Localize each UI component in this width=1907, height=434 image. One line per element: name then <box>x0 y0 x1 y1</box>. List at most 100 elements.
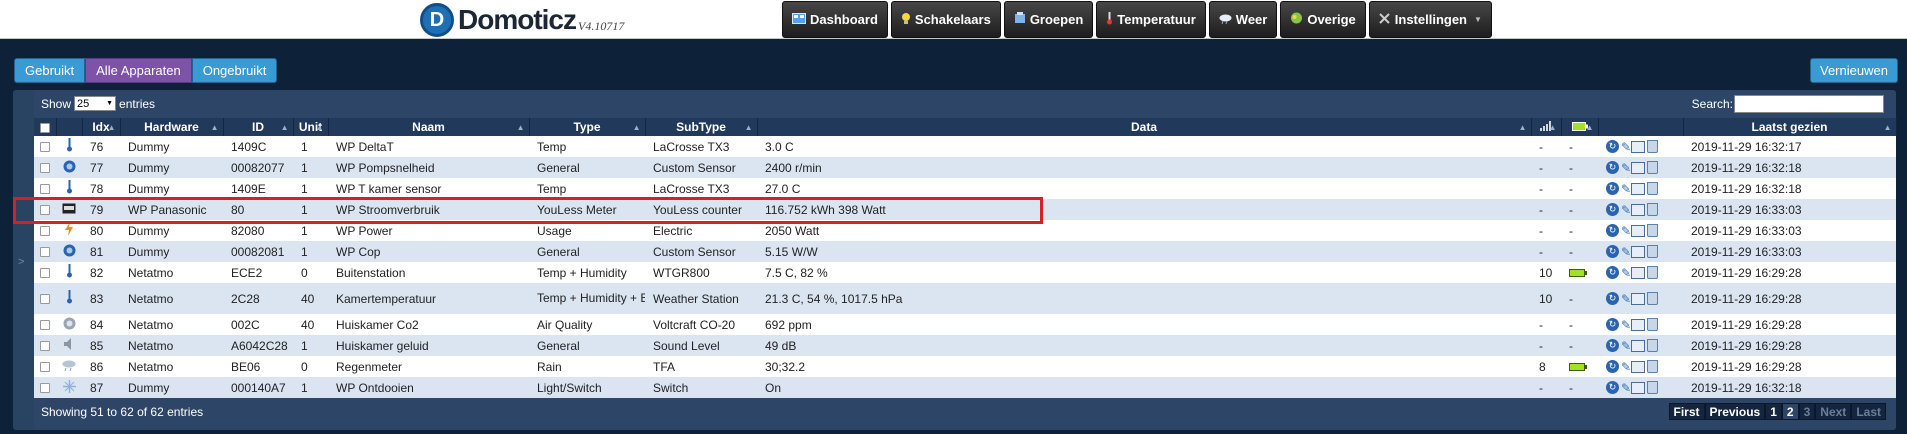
row-checkbox[interactable] <box>40 268 50 279</box>
delete-icon[interactable] <box>1647 245 1658 258</box>
entries-select[interactable]: 25 ▼ <box>74 96 117 111</box>
delete-icon[interactable] <box>1647 292 1658 305</box>
log-icon[interactable]: ↻ <box>1606 318 1619 331</box>
row-checkbox[interactable] <box>40 142 50 153</box>
col-idx-header[interactable]: Idx ▲ <box>82 118 121 136</box>
delete-icon[interactable] <box>1647 161 1658 174</box>
previous-page-button[interactable]: Previous <box>1704 403 1766 420</box>
delete-icon[interactable] <box>1647 318 1658 331</box>
delete-icon[interactable] <box>1647 224 1658 237</box>
col-naam-header[interactable]: Naam ▲ <box>328 118 530 136</box>
delete-icon[interactable] <box>1647 140 1658 153</box>
domoticz-logo[interactable]: D Domoticz V4.10717 <box>420 3 624 37</box>
table-row[interactable]: 82 Netatmo ECE2 0 Buitenstation Temp + Humidi… <box>34 262 1896 283</box>
col-unit-header[interactable]: Unit ▲ <box>293 118 329 136</box>
row-checkbox[interactable] <box>40 383 50 394</box>
timer-icon[interactable] <box>1631 292 1645 305</box>
row-checkbox[interactable] <box>40 320 50 331</box>
delete-icon[interactable] <box>1647 339 1658 352</box>
col-last-seen-header[interactable]: Laatst gezien ▲ <box>1683 118 1897 136</box>
table-row[interactable]: 83 Netatmo 2C28 40 Kamertemperatuur Temp + Hu… <box>34 283 1896 314</box>
log-icon[interactable]: ↻ <box>1606 224 1619 237</box>
select-all-header[interactable] <box>34 118 57 136</box>
filter-used-button[interactable]: Gebruikt <box>14 58 86 83</box>
log-icon[interactable]: ↻ <box>1606 292 1619 305</box>
delete-icon[interactable] <box>1647 381 1658 394</box>
delete-icon[interactable] <box>1647 266 1658 279</box>
nav-instellingen[interactable]: Instellingen ▼ <box>1368 1 1492 38</box>
col-hardware-header[interactable]: Hardware ▲ <box>120 118 224 136</box>
edit-icon[interactable]: ✎ <box>1621 161 1631 175</box>
timer-icon[interactable] <box>1631 339 1645 352</box>
row-checkbox[interactable] <box>40 362 50 373</box>
edit-icon[interactable]: ✎ <box>1621 360 1631 374</box>
col-subtype-header[interactable]: SubType ▲ <box>645 118 758 136</box>
edit-icon[interactable]: ✎ <box>1621 292 1631 306</box>
log-icon[interactable]: ↻ <box>1606 245 1619 258</box>
delete-icon[interactable] <box>1647 360 1658 373</box>
table-row[interactable]: 77 Dummy 00082077 1 WP Pompsnelheid General Cu… <box>34 157 1896 178</box>
edit-icon[interactable]: ✎ <box>1621 140 1631 154</box>
search-input[interactable] <box>1734 95 1884 113</box>
page-3-button[interactable]: 3 <box>1798 403 1816 420</box>
timer-icon[interactable] <box>1631 266 1645 279</box>
row-checkbox[interactable] <box>40 294 50 305</box>
page-2-button[interactable]: 2 <box>1781 403 1799 420</box>
edit-icon[interactable]: ✎ <box>1621 203 1631 217</box>
page-1-button[interactable]: 1 <box>1765 403 1782 420</box>
edit-icon[interactable]: ✎ <box>1621 245 1631 259</box>
log-icon[interactable]: ↻ <box>1606 203 1619 216</box>
log-icon[interactable]: ↻ <box>1606 360 1619 373</box>
log-icon[interactable]: ↻ <box>1606 339 1619 352</box>
table-row[interactable]: 78 Dummy 1409E 1 WP T kamer sensor Temp LaCros… <box>34 178 1896 199</box>
timer-icon[interactable] <box>1631 318 1645 331</box>
timer-icon[interactable] <box>1631 161 1645 174</box>
table-row[interactable]: 85 Netatmo A6042C28 1 Huiskamer geluid Genera… <box>34 335 1896 356</box>
timer-icon[interactable] <box>1631 140 1645 153</box>
row-checkbox[interactable] <box>40 247 50 258</box>
timer-icon[interactable] <box>1631 224 1645 237</box>
timer-icon[interactable] <box>1631 360 1645 373</box>
filter-all-button[interactable]: Alle Apparaten <box>85 58 192 83</box>
log-icon[interactable]: ↻ <box>1606 266 1619 279</box>
col-battery-header[interactable]: ▲ <box>1561 118 1599 136</box>
nav-dashboard[interactable]: Dashboard <box>782 1 888 38</box>
table-row[interactable]: 76 Dummy 1409C 1 WP DeltaT Temp LaCrosse TX3 3.… <box>34 136 1896 157</box>
table-row[interactable]: 87 Dummy 000140A7 1 WP Ontdooien Light/Switch… <box>34 377 1896 398</box>
nav-temperatuur[interactable]: Temperatuur <box>1096 1 1206 38</box>
nav-schakelaars[interactable]: Schakelaars <box>890 1 1001 38</box>
log-icon[interactable]: ↻ <box>1606 161 1619 174</box>
filter-unused-button[interactable]: Ongebruikt <box>191 58 278 83</box>
col-data-header[interactable]: Data ▲ <box>757 118 1532 136</box>
log-icon[interactable]: ↻ <box>1606 140 1619 153</box>
row-checkbox[interactable] <box>40 163 50 174</box>
nav-overige[interactable]: Overige <box>1280 1 1366 38</box>
row-checkbox[interactable] <box>40 341 50 352</box>
side-collapse-bar[interactable]: > <box>13 90 34 430</box>
delete-icon[interactable] <box>1647 182 1658 195</box>
next-page-button[interactable]: Next <box>1815 403 1852 420</box>
col-type-header[interactable]: Type ▲ <box>529 118 646 136</box>
edit-icon[interactable]: ✎ <box>1621 381 1631 395</box>
timer-icon[interactable] <box>1631 203 1645 216</box>
table-row[interactable]: 81 Dummy 00082081 1 WP Cop General Custom Sens… <box>34 241 1896 262</box>
select-all-checkbox[interactable] <box>39 122 50 133</box>
timer-icon[interactable] <box>1631 182 1645 195</box>
nav-weer[interactable]: Weer <box>1208 1 1278 38</box>
delete-icon[interactable] <box>1647 203 1658 216</box>
timer-icon[interactable] <box>1631 245 1645 258</box>
edit-icon[interactable]: ✎ <box>1621 266 1631 280</box>
edit-icon[interactable]: ✎ <box>1621 182 1631 196</box>
table-row[interactable]: 86 Netatmo BE06 0 Regenmeter Rain TFA 30;32.2 8 ↻… <box>34 356 1896 377</box>
col-signal-header[interactable]: ▲ <box>1531 118 1562 136</box>
nav-groepen[interactable]: Groepen <box>1003 1 1094 38</box>
edit-icon[interactable]: ✎ <box>1621 339 1631 353</box>
edit-icon[interactable]: ✎ <box>1621 224 1631 238</box>
last-page-button[interactable]: Last <box>1851 403 1886 420</box>
log-icon[interactable]: ↻ <box>1606 182 1619 195</box>
edit-icon[interactable]: ✎ <box>1621 318 1631 332</box>
timer-icon[interactable] <box>1631 381 1645 394</box>
refresh-button[interactable]: Vernieuwen <box>1810 58 1898 83</box>
table-row[interactable]: 84 Netatmo 002C 40 Huiskamer Co2 Air Quality V… <box>34 314 1896 335</box>
row-checkbox[interactable] <box>40 184 50 195</box>
